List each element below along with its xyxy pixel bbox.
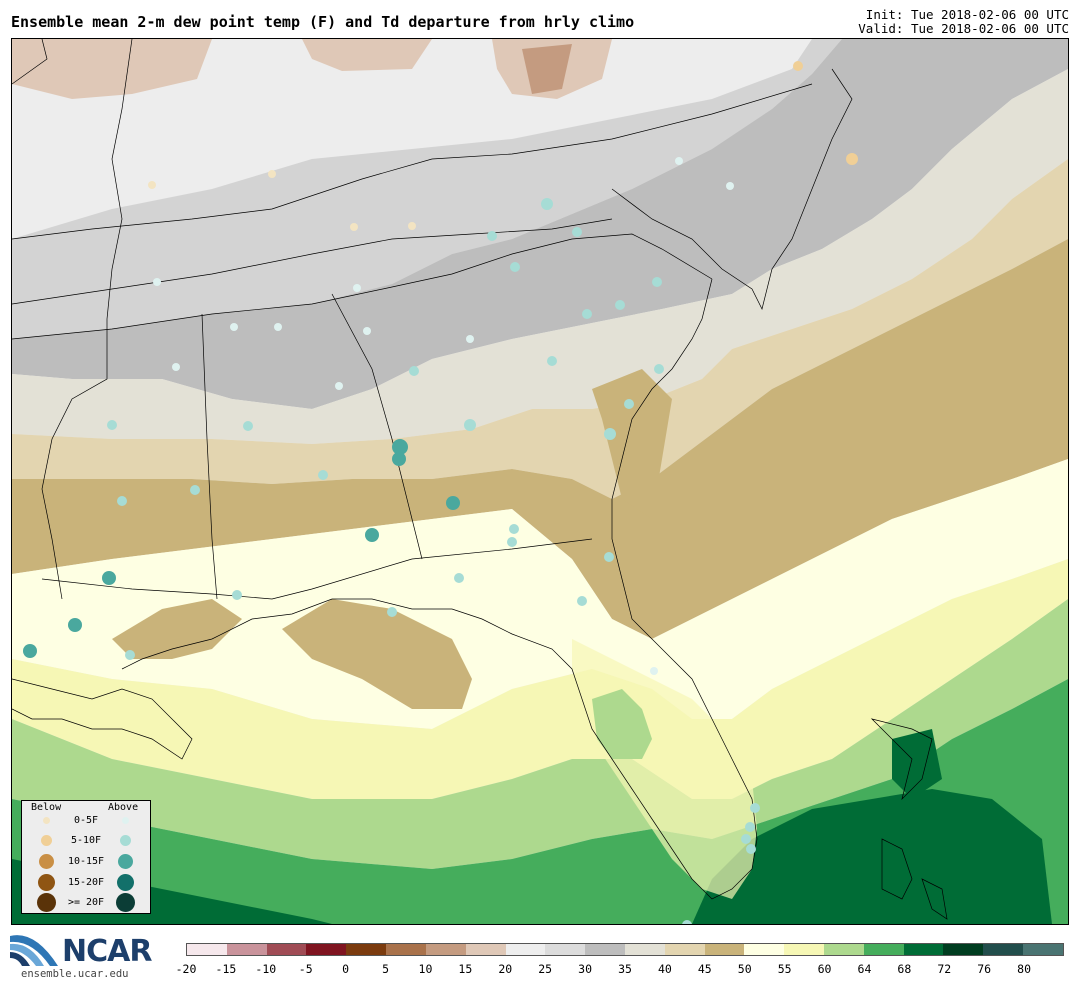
legend-row: >= 20F — [22, 893, 150, 913]
departure-legend: Below Above 0-5F 5-10F 10-15F 15-20F >= … — [21, 800, 151, 914]
colorbar-tick-label: -10 — [255, 962, 277, 976]
colorbar-segment — [545, 944, 586, 955]
ncar-wordmark: NCAR — [62, 934, 152, 969]
colorbar-tick-label: 68 — [897, 962, 912, 976]
colorbar-segment — [266, 944, 307, 955]
colorbar-segment — [624, 944, 665, 955]
init-time: Init: Tue 2018-02-06 00 UTC — [865, 7, 1069, 22]
colorbar-tick-label: 15 — [458, 962, 473, 976]
site-url[interactable]: ensemble.ucar.edu — [21, 968, 128, 980]
map-title: Ensemble mean 2-m dew point temp (F) and… — [11, 13, 635, 31]
colorbar-segment — [983, 944, 1024, 955]
colorbar-tick-label: 76 — [977, 962, 992, 976]
colorbar-tick-label: 0 — [342, 962, 350, 976]
above-dot — [116, 893, 135, 912]
colorbar-tick-label: 20 — [498, 962, 513, 976]
colorbar-tick-label: 25 — [538, 962, 553, 976]
colorbar-segment — [664, 944, 705, 955]
legend-row-label: 5-10F — [70, 835, 102, 846]
below-dot — [43, 817, 50, 824]
colorbar-segment — [465, 944, 506, 955]
colorbar-segment — [386, 944, 426, 955]
legend-row: 5-10F — [22, 831, 150, 851]
colorbar-segment — [306, 944, 347, 955]
colorbar-tick-label: 55 — [777, 962, 792, 976]
colorbar-tick-label: 10 — [418, 962, 433, 976]
legend-row: 15-20F — [22, 873, 150, 893]
colorbar-tick-label: 35 — [618, 962, 632, 976]
colorbar-segment — [1023, 944, 1063, 955]
colorbar-segment — [585, 944, 625, 955]
colorbar-ticks: -20 -15 -10 -5 0 5 10 15 20 25 30 35 40 45 50 55 60 64 68 7… — [176, 962, 1064, 976]
colorbar-tick-label: 40 — [657, 962, 672, 976]
colorbar-segment — [425, 944, 466, 955]
colorbar-tick-label: 80 — [1017, 962, 1032, 976]
dewpoint-map — [11, 38, 1069, 925]
below-dot — [39, 854, 54, 869]
colorbar-segment — [863, 944, 904, 955]
colorbar-tick-label: 64 — [857, 962, 872, 976]
colorbar-segment — [505, 944, 546, 955]
colorbar-segment — [784, 944, 824, 955]
below-dot — [37, 893, 56, 912]
colorbar — [186, 943, 1064, 956]
legend-row: 10-15F — [22, 852, 150, 872]
ncar-logo[interactable]: NCAR ensemble.ucar.edu — [10, 928, 160, 980]
below-dot — [41, 835, 52, 846]
colorbar-tick-label: 50 — [737, 962, 752, 976]
colorbar-segment — [824, 944, 864, 955]
colorbar-segment — [943, 944, 984, 955]
colorbar-tick-label: -20 — [175, 962, 197, 976]
colorbar-segment — [704, 944, 745, 955]
valid-time: Valid: Tue 2018-02-06 00 UTC — [858, 21, 1069, 36]
above-dot — [118, 854, 133, 869]
colorbar-tick-label: 72 — [937, 962, 952, 976]
colorbar-segment — [187, 944, 227, 955]
colorbar-segment — [744, 944, 785, 955]
legend-row: 0-5F — [22, 811, 150, 831]
legend-row-label: 15-20F — [67, 877, 105, 888]
colorbar-segment — [903, 944, 944, 955]
colorbar-tick-label: 45 — [697, 962, 712, 976]
above-dot — [122, 817, 129, 824]
legend-row-label: 0-5F — [73, 815, 99, 826]
colorbar-tick-label: -5 — [298, 962, 313, 976]
ncar-swoosh-icon — [10, 935, 58, 966]
map-canvas — [12, 39, 1068, 924]
colorbar-segment — [346, 944, 387, 955]
below-dot — [38, 874, 55, 891]
above-dot — [117, 874, 134, 891]
colorbar-segment — [226, 944, 267, 955]
colorbar-tick-label: 30 — [578, 962, 593, 976]
run-times: Init: Tue 2018-02-06 00 UTC Valid: Tue 2… — [858, 8, 1069, 36]
legend-row-label: >= 20F — [67, 897, 105, 908]
colorbar-tick-label: 60 — [817, 962, 832, 976]
above-dot — [120, 835, 131, 846]
colorbar-tick-label: -15 — [215, 962, 237, 976]
legend-row-label: 10-15F — [67, 856, 105, 867]
colorbar-tick-label: 5 — [382, 962, 389, 976]
